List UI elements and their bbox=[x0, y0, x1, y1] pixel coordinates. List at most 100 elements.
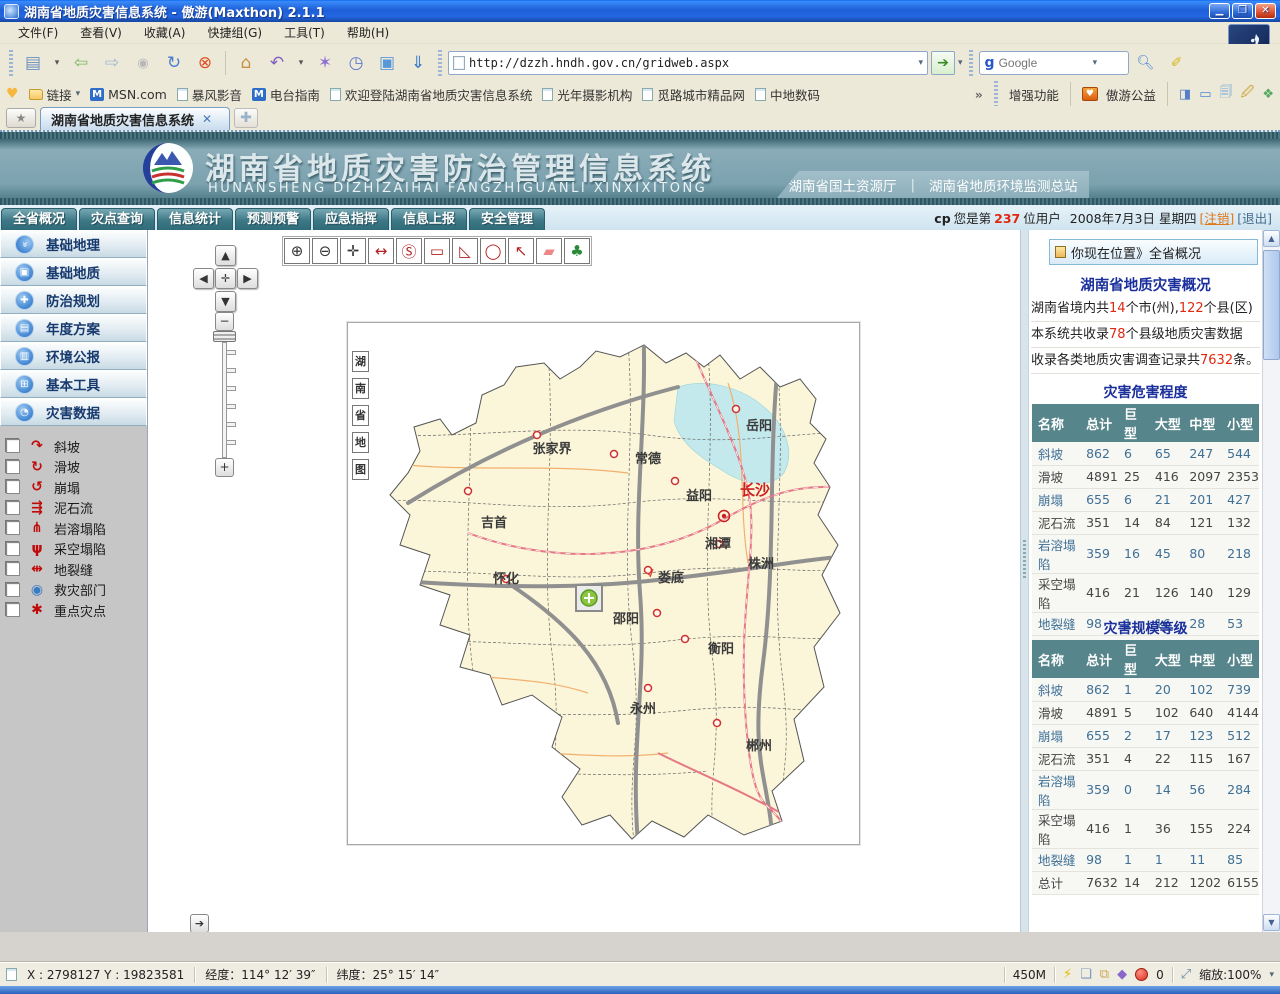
zoom-out-tool[interactable]: ⊖ bbox=[312, 238, 338, 264]
layer-checkbox[interactable] bbox=[6, 521, 20, 535]
nav-tab-report[interactable]: 信息上报 bbox=[391, 208, 467, 230]
addressbar-grip[interactable] bbox=[438, 50, 442, 76]
exit-link[interactable]: [退出] bbox=[1237, 208, 1272, 227]
bookmark-item[interactable]: 光年摄影机构 bbox=[542, 85, 632, 104]
scroll-up-button[interactable]: ▲ bbox=[1263, 230, 1280, 247]
favorites-heart-icon[interactable]: ♥ bbox=[6, 86, 19, 102]
menu-tools[interactable]: 工具(T) bbox=[274, 22, 335, 43]
proxy-icon[interactable]: ❏ bbox=[1080, 967, 1092, 982]
bookmark-item[interactable]: 觅路城市精品网 bbox=[642, 85, 745, 104]
scroll-down-button[interactable]: ▼ bbox=[1263, 914, 1280, 931]
tab-close-icon[interactable]: ✕ bbox=[202, 112, 212, 126]
address-input[interactable] bbox=[469, 56, 914, 70]
panel-splitter[interactable] bbox=[1020, 230, 1028, 932]
bookmark-links-folder[interactable]: 链接▾ bbox=[29, 85, 81, 104]
resize-icon[interactable]: ⤢ bbox=[1181, 967, 1191, 982]
minimize-button[interactable]: ▁ bbox=[1209, 3, 1230, 19]
magic-fill-button[interactable]: ✶ bbox=[311, 49, 339, 77]
new-page-button[interactable]: ▤ bbox=[19, 49, 47, 77]
home-button[interactable]: ⌂ bbox=[232, 49, 260, 77]
new-tab-button[interactable]: ✚ bbox=[234, 108, 258, 128]
highlight-button[interactable]: ✐ bbox=[1163, 49, 1191, 77]
full-extent-tool[interactable]: ♣ bbox=[564, 238, 590, 264]
page-scrollbar[interactable]: ▲ ▼ bbox=[1262, 230, 1280, 932]
scroll-thumb[interactable] bbox=[1263, 250, 1280, 360]
layer-checkbox[interactable] bbox=[6, 480, 20, 494]
boost-lightning-icon[interactable]: ⚡ bbox=[1063, 967, 1072, 982]
layer-checkbox[interactable] bbox=[6, 501, 20, 515]
bookmarks-overflow-chevron[interactable]: » bbox=[975, 87, 983, 102]
zoom-dropdown-icon[interactable]: ▾ bbox=[1269, 970, 1274, 980]
skin-icon[interactable]: ◨ bbox=[1179, 87, 1191, 102]
zoom-slider-plus-button[interactable]: + bbox=[215, 458, 234, 477]
sidebar-item-disaster-data[interactable]: ◔灾害数据 bbox=[0, 398, 147, 426]
zoom-slider-minus-button[interactable]: − bbox=[215, 312, 234, 331]
select-circle-tool[interactable]: ◯ bbox=[480, 238, 506, 264]
plugin-enhance[interactable]: 增强功能 bbox=[1009, 85, 1059, 104]
layer-checkbox[interactable] bbox=[6, 562, 20, 576]
maximize-button[interactable]: ❐ bbox=[1232, 3, 1253, 19]
window-icon[interactable]: ▭ bbox=[1199, 87, 1211, 102]
bookmark-item[interactable]: 欢迎登陆湖南省地质灾害信息系统 bbox=[330, 85, 533, 104]
search-engine-dropdown-icon[interactable]: ▾ bbox=[1093, 58, 1098, 68]
hunan-map[interactable]: 张家界 常德 岳阳 益阳 长沙 吉首 湘潭 株洲 怀化 娄底 邵阳 衡阳 永州 … bbox=[348, 323, 859, 844]
layer-checkbox[interactable] bbox=[6, 439, 20, 453]
zoom-slider-thumb[interactable] bbox=[213, 331, 236, 342]
select-rectangle-tool[interactable]: ▭ bbox=[424, 238, 450, 264]
pan-down-button[interactable]: ▼ bbox=[215, 291, 236, 312]
address-dropdown-icon[interactable]: ▾ bbox=[918, 58, 923, 68]
bookmark-item[interactable]: 中地数码 bbox=[755, 85, 820, 104]
nav-tab-site-query[interactable]: 灾点查询 bbox=[79, 208, 155, 230]
menu-help[interactable]: 帮助(H) bbox=[337, 22, 399, 43]
pan-right-button[interactable]: ▶ bbox=[237, 268, 258, 289]
tab-active[interactable]: 湖南省地质灾害信息系统 ✕ bbox=[40, 107, 230, 130]
pan-tool[interactable]: ✛ bbox=[340, 238, 366, 264]
sidebar-item-prevention-plan[interactable]: ✚防治规划 bbox=[0, 286, 147, 314]
nav-tab-forecast[interactable]: 预测预警 bbox=[235, 208, 311, 230]
sidebar-item-annual-plan[interactable]: ▤年度方案 bbox=[0, 314, 147, 342]
go-dropdown-icon[interactable]: ▾ bbox=[958, 58, 963, 68]
pan-center-button[interactable]: ✛ bbox=[215, 268, 236, 289]
select-point-tool[interactable]: ↖ bbox=[508, 238, 534, 264]
layer-checkbox[interactable] bbox=[6, 583, 20, 597]
plugin-grip[interactable] bbox=[994, 81, 998, 107]
sidebar-item-basic-tools[interactable]: ⊞基本工具 bbox=[0, 370, 147, 398]
window-list-button[interactable]: ▣ bbox=[373, 49, 401, 77]
selected-point-marker[interactable] bbox=[576, 585, 602, 611]
link-land-resources[interactable]: 湖南省国土资源厅 bbox=[788, 175, 896, 195]
bookmark-msn[interactable]: MMSN.com bbox=[90, 87, 167, 102]
sidebar-item-base-geography[interactable]: »基础地理 bbox=[0, 230, 147, 258]
refresh-button[interactable]: ↻ bbox=[160, 49, 188, 77]
pan-up-button[interactable]: ▲ bbox=[215, 245, 236, 266]
scale-tool[interactable]: Ⓢ bbox=[396, 238, 422, 264]
nav-tab-emergency[interactable]: 应急指挥 bbox=[313, 208, 389, 230]
search-button[interactable]: 🔍︎ bbox=[1132, 49, 1160, 77]
recent-pages-dropdown[interactable]: ◉ bbox=[129, 49, 157, 77]
map-hscroll-right-button[interactable]: ➔ bbox=[190, 914, 209, 933]
nav-tab-statistics[interactable]: 信息统计 bbox=[157, 208, 233, 230]
menu-file[interactable]: 文件(F) bbox=[8, 22, 68, 43]
undo-button[interactable]: ↶ bbox=[263, 49, 291, 77]
history-button[interactable]: ◷ bbox=[342, 49, 370, 77]
close-button[interactable]: ✕ bbox=[1255, 3, 1276, 19]
menu-groups[interactable]: 快捷组(G) bbox=[197, 22, 272, 43]
tools-icon[interactable]: 🖉︎ bbox=[1240, 83, 1254, 105]
new-window-icon[interactable]: ⧉ bbox=[1100, 967, 1109, 982]
nav-tab-security[interactable]: 安全管理 bbox=[469, 208, 545, 230]
menu-favorites[interactable]: 收藏(A) bbox=[134, 22, 196, 43]
measure-distance-tool[interactable]: ↔ bbox=[368, 238, 394, 264]
layer-checkbox[interactable] bbox=[6, 542, 20, 556]
sidebar-item-base-geology[interactable]: ▣基础地质 bbox=[0, 258, 147, 286]
eraser-tool[interactable]: ▰ bbox=[536, 238, 562, 264]
go-button[interactable]: ➔ bbox=[931, 51, 955, 75]
select-polygon-tool[interactable]: ◺ bbox=[452, 238, 478, 264]
stop-button[interactable]: ⊗ bbox=[191, 49, 219, 77]
logout-link[interactable]: [注销] bbox=[1199, 208, 1234, 227]
layer-checkbox[interactable] bbox=[6, 603, 20, 617]
forward-button[interactable]: ⇨ bbox=[98, 49, 126, 77]
popup-blocker-icon[interactable] bbox=[1135, 968, 1148, 981]
sidebar-item-env-bulletin[interactable]: ▥环境公报 bbox=[0, 342, 147, 370]
filter-diamond-icon[interactable]: ◆ bbox=[1117, 967, 1127, 982]
search-input[interactable] bbox=[999, 56, 1089, 70]
plugin-charity[interactable]: 傲游公益 bbox=[1106, 85, 1156, 104]
